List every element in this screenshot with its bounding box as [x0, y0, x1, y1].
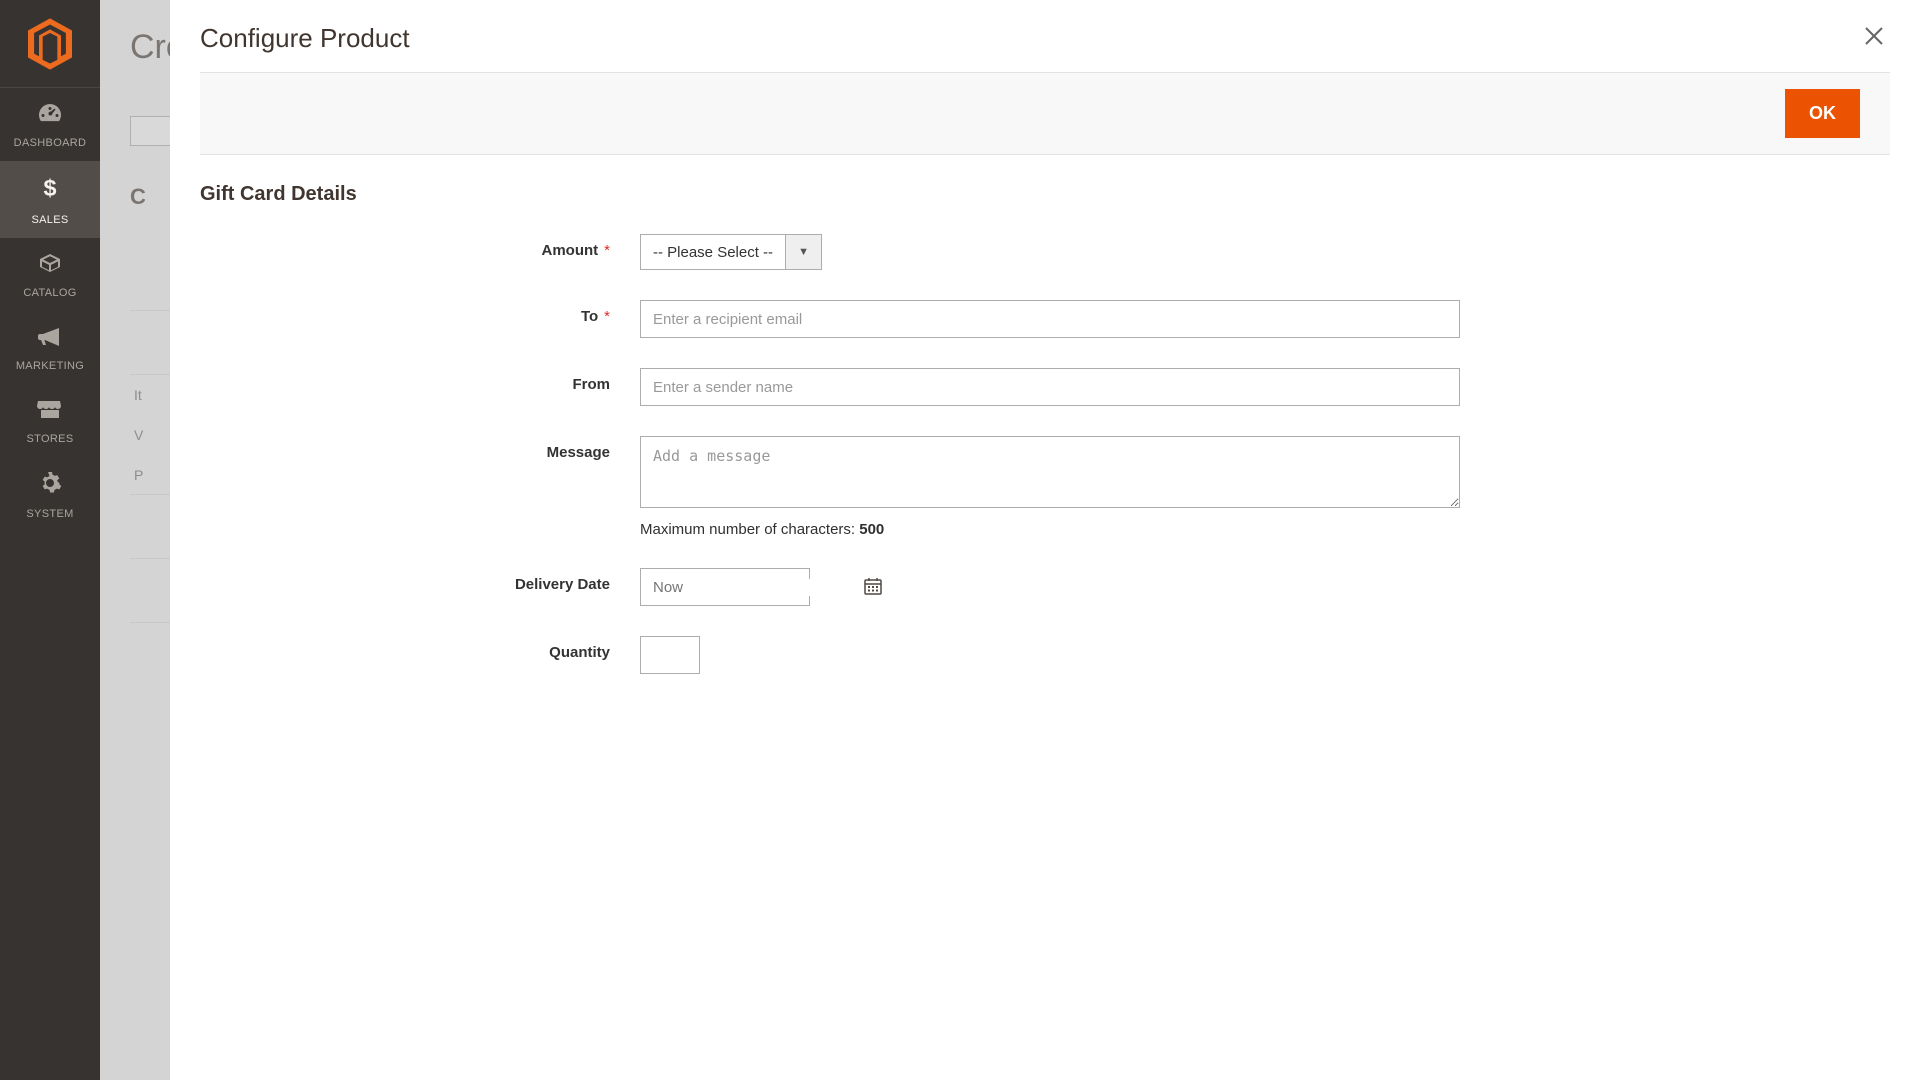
required-marker: *	[604, 242, 610, 259]
field-message: Message Maximum number of characters: 50…	[200, 436, 1890, 538]
amount-selected-value: -- Please Select --	[641, 235, 785, 269]
message-textarea[interactable]	[640, 436, 1460, 508]
action-bar: OK	[200, 72, 1890, 155]
nav-system[interactable]: System	[0, 457, 100, 532]
label-to: To*	[200, 300, 640, 325]
system-icon	[0, 471, 100, 502]
nav-sales[interactable]: $ Sales	[0, 161, 100, 238]
to-input[interactable]	[640, 300, 1460, 338]
section-title: Gift Card Details	[200, 183, 1890, 206]
nav-stores[interactable]: Stores	[0, 384, 100, 457]
close-icon	[1863, 23, 1885, 54]
nav-label: Sales	[0, 214, 100, 226]
required-marker: *	[604, 308, 610, 325]
nav-dashboard[interactable]: Dashboard	[0, 88, 100, 161]
label-delivery-date: Delivery Date	[200, 568, 640, 593]
stores-icon	[0, 398, 100, 427]
svg-text:$: $	[43, 175, 56, 201]
catalog-icon	[0, 252, 100, 281]
field-amount: Amount* -- Please Select -- ▼	[200, 234, 1890, 270]
label-amount: Amount*	[200, 234, 640, 259]
field-delivery-date: Delivery Date	[200, 568, 1890, 606]
dashboard-icon	[0, 102, 100, 131]
label-from: From	[200, 368, 640, 393]
magento-logo-icon	[28, 18, 72, 70]
nav-label: Marketing	[0, 360, 100, 372]
delivery-date-input-wrap	[640, 568, 810, 606]
modal-header: Configure Product	[170, 0, 1920, 72]
logo[interactable]	[0, 0, 100, 88]
quantity-input[interactable]	[640, 636, 700, 674]
message-help-text: Maximum number of characters: 500	[640, 521, 1460, 538]
modal-title: Configure Product	[200, 23, 410, 54]
sales-icon: $	[0, 175, 100, 208]
calendar-icon	[864, 577, 882, 598]
field-quantity: Quantity	[200, 636, 1890, 674]
nav-catalog[interactable]: Catalog	[0, 238, 100, 311]
calendar-button[interactable]	[864, 569, 882, 605]
marketing-icon	[0, 325, 100, 354]
nav-label: Catalog	[0, 287, 100, 299]
label-message: Message	[200, 436, 640, 461]
nav-label: Dashboard	[0, 137, 100, 149]
label-quantity: Quantity	[200, 636, 640, 661]
configure-product-modal: Configure Product OK Gift Card Details A…	[170, 0, 1920, 1080]
amount-select[interactable]: -- Please Select -- ▼	[640, 234, 822, 270]
nav-marketing[interactable]: Marketing	[0, 311, 100, 384]
chevron-down-icon: ▼	[785, 235, 821, 269]
field-from: From	[200, 368, 1890, 406]
nav-label: Stores	[0, 433, 100, 445]
close-button[interactable]	[1858, 22, 1890, 54]
from-input[interactable]	[640, 368, 1460, 406]
nav-label: System	[0, 508, 100, 520]
ok-button[interactable]: OK	[1785, 89, 1860, 138]
field-to: To*	[200, 300, 1890, 338]
form-area: Gift Card Details Amount* -- Please Sele…	[170, 155, 1920, 732]
delivery-date-input[interactable]	[641, 579, 864, 596]
admin-sidebar: Dashboard $ Sales Catalog Marketing Stor…	[0, 0, 100, 1080]
